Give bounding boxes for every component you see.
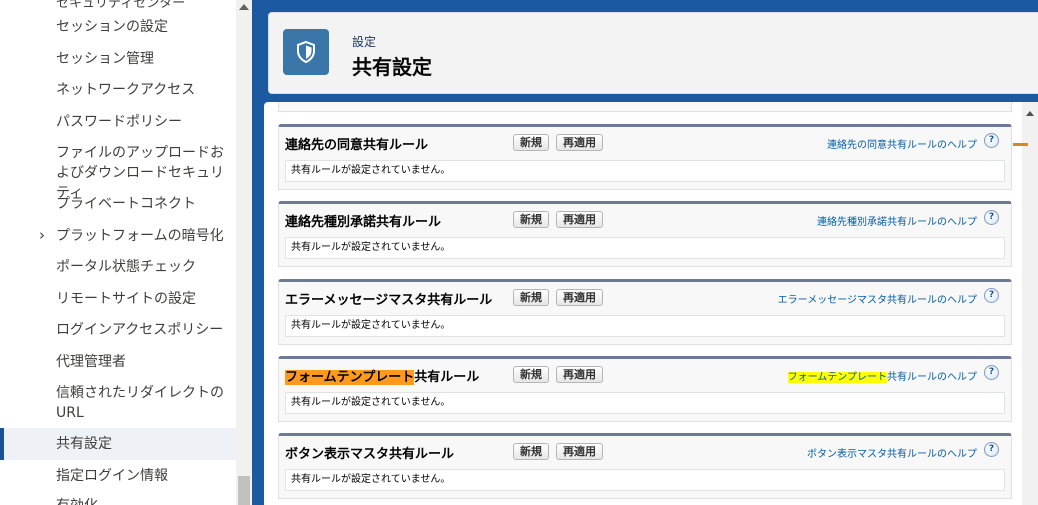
shield-icon — [283, 29, 329, 75]
help-link[interactable]: エラーメッセージマスタ共有ルールのヘルプ — [778, 291, 977, 306]
content-scrollbar[interactable] — [1022, 102, 1038, 505]
sidebar-item-sharing-settings[interactable]: 共有設定 — [0, 428, 236, 460]
sidebar-item-named-credentials[interactable]: 指定ログイン情報 — [56, 466, 232, 486]
reapply-button[interactable]: 再適用 — [556, 211, 603, 228]
section-title-rest: 共有ルール — [414, 370, 480, 385]
help-icon[interactable]: ? — [984, 442, 999, 457]
sidebar-item-platform-encryption[interactable]: プラットフォームの暗号化 — [56, 226, 232, 246]
active-indicator — [0, 428, 4, 460]
sidebar-item-delegated-admin[interactable]: 代理管理者 — [56, 352, 232, 372]
new-button[interactable]: 新規 — [513, 211, 549, 228]
reapply-button[interactable]: 再適用 — [556, 443, 603, 460]
help-link[interactable]: フォームテンプレート共有ルールのヘルプ — [787, 368, 977, 383]
section-title: 連絡先種別承諾共有ルール — [285, 215, 442, 230]
new-button[interactable]: 新規 — [513, 443, 549, 460]
main-area: 設定 共有設定 連絡先の同意共有ルール 新規 再適用 連絡先の同意共有ルールのヘ… — [252, 0, 1038, 505]
sidebar-item-remote-site-settings[interactable]: リモートサイトの設定 — [56, 289, 232, 309]
help-link[interactable]: 連絡先種別承諾共有ルールのヘルプ — [817, 213, 977, 228]
search-match-marker — [1013, 143, 1028, 146]
sidebar-item-password-policy[interactable]: パスワードポリシー — [56, 112, 232, 132]
new-button[interactable]: 新規 — [513, 289, 549, 306]
scroll-up-arrow-icon[interactable] — [1026, 111, 1034, 116]
section-body-text: 共有ルールが設定されていません。 — [285, 237, 1005, 259]
page-header: 設定 共有設定 — [268, 12, 1038, 94]
reapply-button[interactable]: 再適用 — [556, 134, 603, 151]
reapply-button[interactable]: 再適用 — [556, 289, 603, 306]
help-link-rest: 共有ルールのヘルプ — [887, 372, 977, 383]
sidebar-item-login-access-policies[interactable]: ログインアクセスポリシー — [56, 320, 232, 340]
sidebar-item-label: 共有設定 — [56, 436, 112, 452]
section-title: エラーメッセージマスタ共有ルール — [285, 293, 493, 308]
page-title: 共有設定 — [352, 55, 432, 79]
new-button[interactable]: 新規 — [513, 134, 549, 151]
sidebar-item-private-connect[interactable]: プライベートコネクト — [56, 194, 232, 214]
sharing-rule-section: ボタン表示マスタ共有ルール 新規 再適用 ボタン表示マスタ共有ルールのヘルプ ?… — [278, 433, 1012, 499]
sharing-rule-section: フォームテンプレート共有ルール 新規 再適用 フォームテンプレート共有ルールのヘ… — [278, 356, 1012, 422]
sidebar-item-session-management[interactable]: セッション管理 — [56, 49, 232, 69]
sharing-rule-section: 連絡先種別承諾共有ルール 新規 再適用 連絡先種別承諾共有ルールのヘルプ ? 共… — [278, 201, 1012, 267]
help-icon[interactable]: ? — [984, 288, 999, 303]
help-icon[interactable]: ? — [984, 133, 999, 148]
page-eyebrow: 設定 — [352, 35, 377, 49]
section-body-text: 共有ルールが設定されていません。 — [285, 392, 1005, 414]
new-button[interactable]: 新規 — [513, 366, 549, 383]
help-icon[interactable]: ? — [984, 365, 999, 380]
chevron-right-icon[interactable]: › — [36, 226, 48, 244]
setup-sidebar: セキュリティセンター セッションの設定 セッション管理 ネットワークアクセス パ… — [0, 0, 236, 505]
section-title: フォームテンプレート共有ルール — [285, 366, 479, 385]
previous-section-bottom — [278, 102, 1012, 112]
help-link[interactable]: ボタン表示マスタ共有ルールのヘルプ — [807, 445, 977, 460]
help-link[interactable]: 連絡先の同意共有ルールのヘルプ — [827, 136, 977, 151]
section-title: ボタン表示マスタ共有ルール — [285, 447, 455, 462]
content-scroll-area: 連絡先の同意共有ルール 新規 再適用 連絡先の同意共有ルールのヘルプ ? 共有ル… — [264, 102, 1022, 505]
content-panel: 連絡先の同意共有ルール 新規 再適用 連絡先の同意共有ルールのヘルプ ? 共有ル… — [264, 102, 1038, 505]
scrollbar-thumb[interactable] — [238, 476, 250, 505]
section-body-text: 共有ルールが設定されていません。 — [285, 315, 1005, 337]
section-body-text: 共有ルールが設定されていません。 — [285, 469, 1005, 491]
sidebar-item-trusted-redirect-urls[interactable]: 信頼されたリダイレクトのURL — [56, 383, 232, 423]
sharing-rule-section: エラーメッセージマスタ共有ルール 新規 再適用 エラーメッセージマスタ共有ルール… — [278, 279, 1012, 345]
search-highlight: フォームテンプレート — [285, 370, 415, 385]
sidebar-item-clipped[interactable]: セキュリティセンター — [56, 0, 185, 11]
section-title: 連絡先の同意共有ルール — [285, 138, 429, 153]
reapply-button[interactable]: 再適用 — [556, 366, 603, 383]
scroll-up-arrow-icon[interactable] — [239, 4, 249, 10]
sidebar-item-session-settings[interactable]: セッションの設定 — [56, 17, 232, 37]
sidebar-item-network-access[interactable]: ネットワークアクセス — [56, 80, 232, 100]
help-icon[interactable]: ? — [984, 210, 999, 225]
sidebar-item-portal-health-check[interactable]: ポータル状態チェック — [56, 257, 232, 277]
sidebar-item-activation[interactable]: 有効化 — [56, 496, 232, 505]
search-highlight: フォームテンプレート — [787, 372, 887, 383]
section-body-text: 共有ルールが設定されていません。 — [285, 160, 1005, 182]
sidebar-scrollbar[interactable] — [236, 0, 252, 505]
sharing-rule-section: 連絡先の同意共有ルール 新規 再適用 連絡先の同意共有ルールのヘルプ ? 共有ル… — [278, 124, 1012, 190]
